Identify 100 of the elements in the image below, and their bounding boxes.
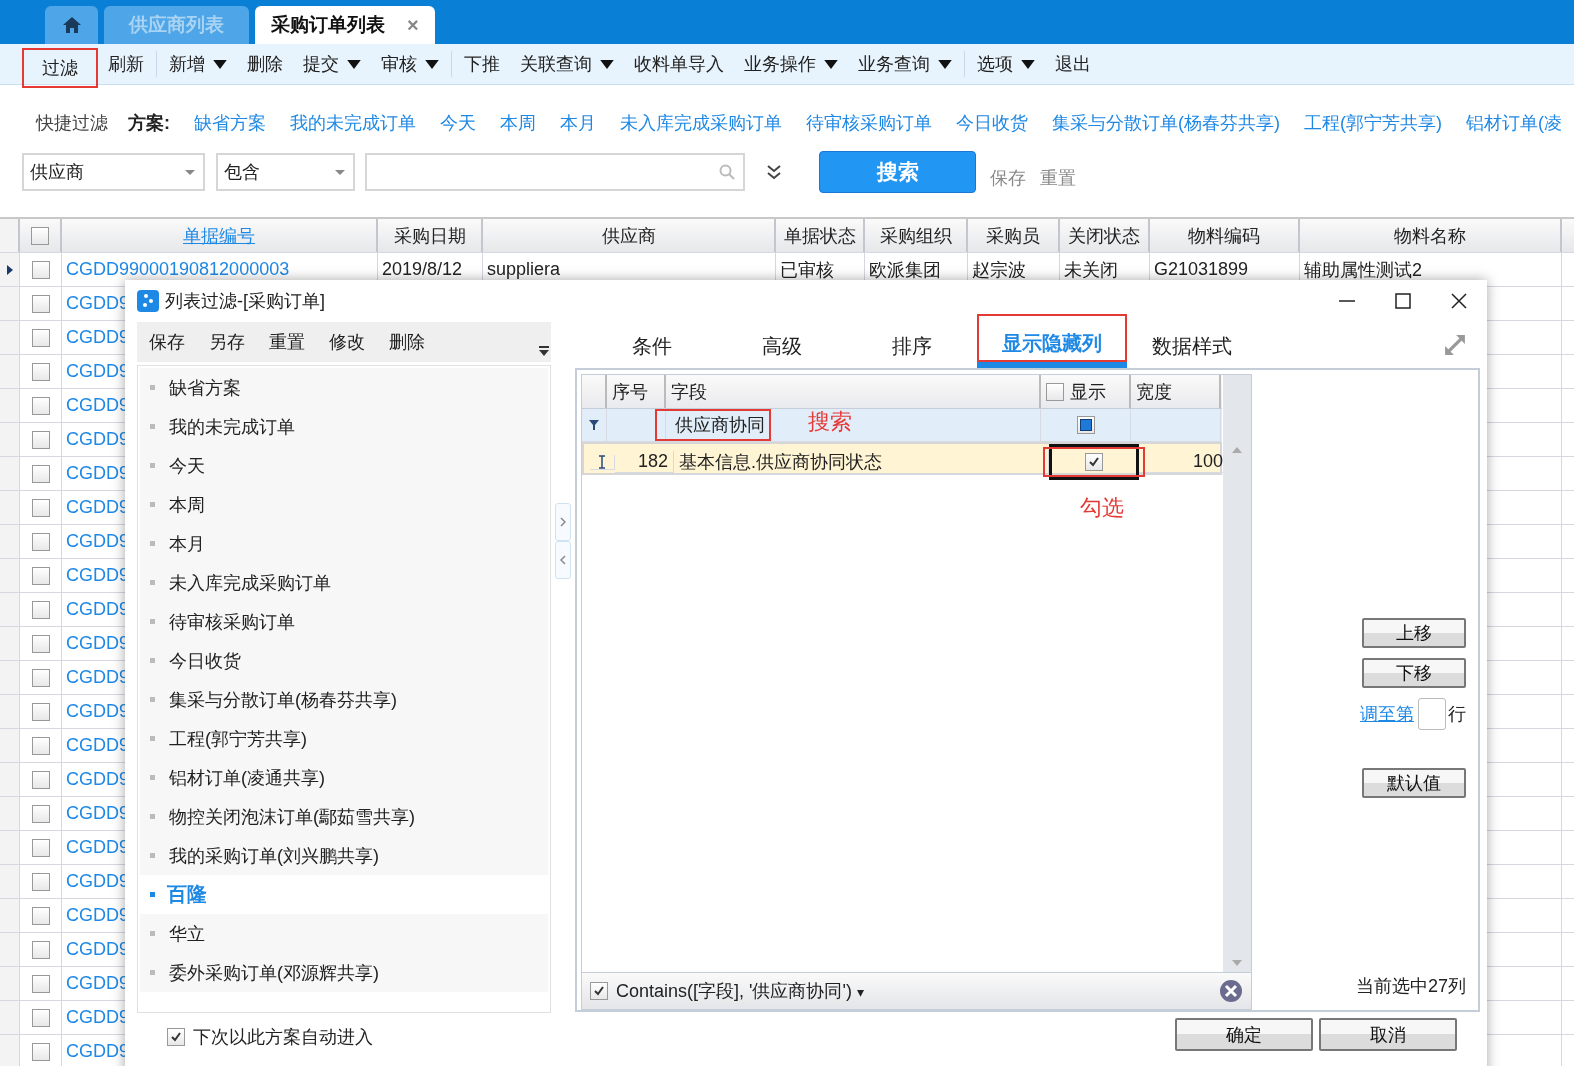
column-header[interactable]: 宽度: [1136, 379, 1172, 404]
row-checkbox[interactable]: [31, 396, 50, 415]
row-checkbox[interactable]: [31, 770, 50, 789]
column-header[interactable]: 采购日期: [393, 223, 466, 248]
row-checkbox[interactable]: [31, 974, 50, 993]
column-header[interactable]: 物料编码: [1188, 223, 1260, 248]
row-checkbox[interactable]: [31, 566, 50, 585]
toolbar-button[interactable]: 刷新: [98, 49, 154, 79]
toolbar-button[interactable]: 关联查询: [510, 49, 624, 79]
text-link[interactable]: 重置: [1040, 166, 1076, 190]
row-checkbox[interactable]: [31, 804, 50, 823]
toolbar-button[interactable]: 下推: [454, 49, 510, 79]
double-chevron-icon[interactable]: [767, 164, 781, 180]
scheme-item[interactable]: 待审核采购订单: [140, 602, 548, 641]
toolbar-button[interactable]: 过滤: [22, 48, 98, 88]
search-field[interactable]: [365, 153, 745, 191]
move-button[interactable]: 下移: [1362, 658, 1466, 688]
dialog-button[interactable]: 取消: [1319, 1018, 1457, 1051]
scheme-item[interactable]: 华立: [140, 914, 548, 953]
row-checkbox[interactable]: [31, 430, 50, 449]
clear-icon[interactable]: [1219, 979, 1243, 1003]
row-checkbox[interactable]: [31, 498, 50, 517]
scheme-item[interactable]: 未入库完成采购订单: [140, 563, 548, 602]
toolbar-button[interactable]: 新增: [159, 49, 237, 79]
scheme-link[interactable]: 我的未完成订单: [290, 111, 416, 135]
scheme-action[interactable]: 另存: [209, 330, 245, 354]
scheme-link[interactable]: 未入库完成采购订单: [620, 111, 782, 135]
column-header[interactable]: 字段: [671, 379, 707, 404]
row-checkbox[interactable]: [31, 294, 50, 313]
scheme-action[interactable]: 删除: [389, 330, 425, 354]
close-icon[interactable]: ×: [407, 13, 419, 37]
row-checkbox[interactable]: [31, 668, 50, 687]
toolbar-button[interactable]: 退出: [1045, 49, 1101, 79]
scheme-action[interactable]: 修改: [329, 330, 365, 354]
scheme-item[interactable]: 集采与分散订单(杨春芬共享): [140, 680, 548, 719]
scheme-link[interactable]: 铝材订单(凌: [1466, 111, 1562, 135]
scheme-item[interactable]: 我的未完成订单: [140, 407, 548, 446]
row-checkbox[interactable]: [31, 906, 50, 925]
row-checkbox[interactable]: [31, 838, 50, 857]
row-checkbox[interactable]: [31, 532, 50, 551]
row-checkbox[interactable]: [31, 1008, 50, 1027]
dialog-tab[interactable]: 显示隐藏列: [977, 314, 1127, 368]
text-link[interactable]: 保存: [990, 166, 1026, 190]
row-checkbox[interactable]: [31, 260, 50, 279]
scheme-link[interactable]: 本周: [500, 111, 536, 135]
expand-handle[interactable]: [555, 503, 571, 541]
scheme-link[interactable]: 本月: [560, 111, 596, 135]
column-header[interactable]: 采购员: [986, 223, 1040, 248]
select-all-checkbox[interactable]: [31, 226, 49, 245]
column-header[interactable]: 序号: [612, 379, 648, 404]
scheme-item[interactable]: 委外采购订单(邓源辉共享): [140, 953, 548, 992]
scheme-item[interactable]: 物控关闭泡沫订单(鄢茹雪共享): [140, 797, 548, 836]
scheme-action[interactable]: 保存: [149, 330, 185, 354]
page-tab[interactable]: 采购订单列表 ×: [255, 6, 435, 44]
row-header[interactable]: [590, 454, 615, 470]
scheme-item[interactable]: 本月: [140, 524, 548, 563]
row-header[interactable]: [0, 253, 20, 286]
scheme-item[interactable]: 工程(郭宁芳共享): [140, 719, 548, 758]
row-checkbox[interactable]: [31, 328, 50, 347]
toolbar-button[interactable]: 选项: [967, 49, 1045, 79]
scroll-up-icon[interactable]: [1232, 447, 1242, 453]
dialog-tab[interactable]: 数据样式: [1127, 328, 1257, 368]
column-header[interactable]: 采购组织: [879, 223, 952, 248]
column-header[interactable]: 供应商: [601, 223, 656, 248]
scheme-link[interactable]: 缺省方案: [194, 111, 266, 135]
row-checkbox[interactable]: [31, 634, 50, 653]
scheme-item[interactable]: 本周: [140, 485, 548, 524]
toolbar-button[interactable]: 业务操作: [734, 49, 848, 79]
maximize-icon[interactable]: [1395, 293, 1411, 309]
scrollbar[interactable]: [1223, 375, 1251, 972]
toolbar-button[interactable]: 业务查询: [848, 49, 962, 79]
scroll-down-icon[interactable]: [1232, 960, 1242, 966]
scheme-link[interactable]: 待审核采购订单: [806, 111, 932, 135]
filter-checkbox[interactable]: [590, 982, 608, 1000]
default-button[interactable]: 默认值: [1362, 768, 1466, 798]
row-checkbox[interactable]: [31, 464, 50, 483]
row-checkbox[interactable]: [31, 940, 50, 959]
row-checkbox[interactable]: [31, 736, 50, 755]
toolbar-button[interactable]: 审核: [371, 49, 449, 79]
scheme-link[interactable]: 今天: [440, 111, 476, 135]
row-number-field[interactable]: [1418, 698, 1446, 730]
show-checkbox[interactable]: [1085, 453, 1103, 471]
dialog-button[interactable]: 确定: [1175, 1018, 1313, 1051]
toolbar-button[interactable]: 提交: [293, 49, 371, 79]
checkbox[interactable]: [167, 1028, 185, 1046]
scheme-item[interactable]: 缺省方案: [140, 368, 548, 407]
field-dropdown[interactable]: 供应商: [22, 153, 205, 191]
column-header[interactable]: 单据状态: [783, 223, 856, 248]
operator-dropdown[interactable]: 包含: [216, 153, 355, 191]
collapse-handle[interactable]: [555, 541, 571, 579]
filter-value[interactable]: 供应商协同: [655, 409, 771, 441]
row-checkbox[interactable]: [31, 362, 50, 381]
scheme-item[interactable]: 今日收货: [140, 641, 548, 680]
dialog-tab[interactable]: 高级: [717, 328, 847, 368]
filter-checkbox[interactable]: [1076, 416, 1095, 434]
home-tab[interactable]: [45, 6, 98, 44]
row-checkbox[interactable]: [31, 600, 50, 619]
scheme-link[interactable]: 工程(郭宁芳共享): [1304, 111, 1442, 135]
column-header[interactable]: 关闭状态: [1068, 223, 1140, 248]
goto-link[interactable]: 调至第: [1360, 702, 1414, 726]
